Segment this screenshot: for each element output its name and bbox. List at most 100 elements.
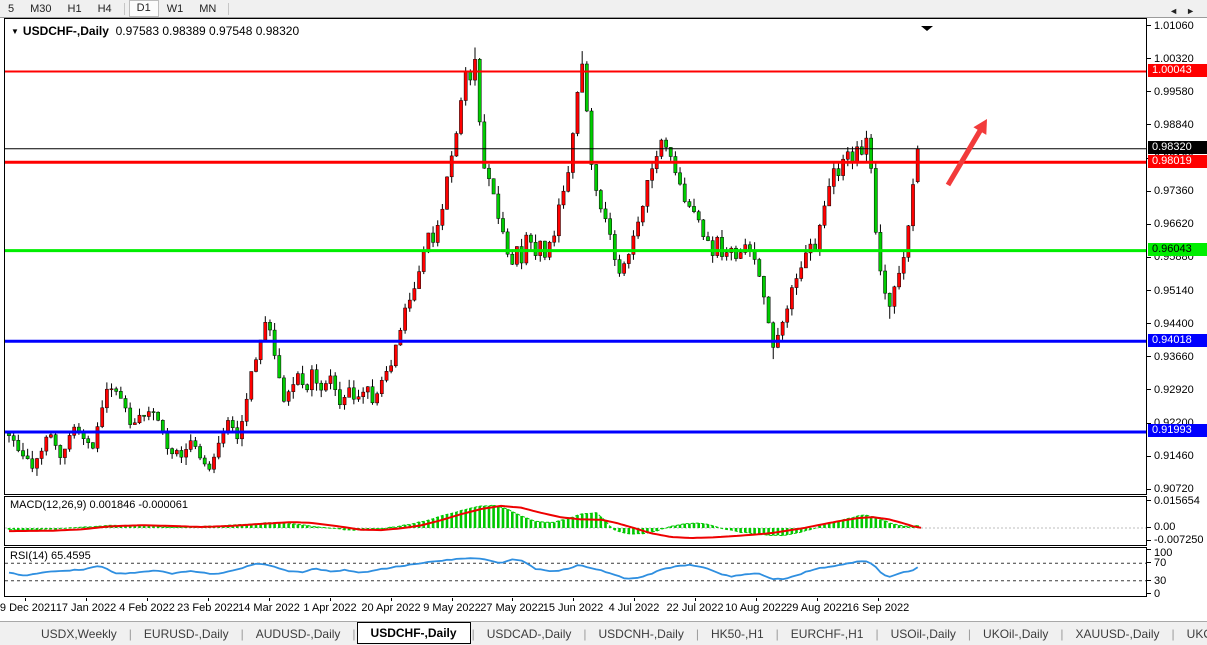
- price-tick-mark: [1147, 456, 1151, 457]
- tab-audusd-daily[interactable]: AUDUSD-,Daily: [245, 624, 352, 644]
- date-axis[interactable]: 29 Dec 202117 Jan 20224 Feb 202223 Feb 2…: [4, 598, 1147, 620]
- symbol-tabbar: USDX,Weekly|EURUSD-,Daily|AUDUSD-,Daily|…: [0, 621, 1207, 645]
- macd-tick-label: -0.007250: [1154, 534, 1204, 546]
- rsi-tick-label: 70: [1154, 557, 1166, 569]
- price-tick-label: 0.93660: [1154, 351, 1194, 363]
- price-tick-mark: [1147, 356, 1151, 357]
- date-tick-label: 9 May 2022: [423, 602, 480, 614]
- date-tick-mark: [817, 598, 818, 601]
- chart-ohlc-values: 0.97583 0.98389 0.97548 0.98320: [116, 24, 300, 38]
- date-tick-mark: [269, 598, 270, 601]
- tab-scroll-right-icon[interactable]: ►: [1186, 6, 1203, 16]
- rsi-line: [9, 558, 918, 579]
- date-tick-label: 15 Jun 2022: [543, 602, 604, 614]
- timeframe-button-mn[interactable]: MN: [191, 1, 224, 17]
- macd-tick-mark: [1147, 527, 1151, 528]
- toolbar-separator: [228, 3, 229, 15]
- chart-title: ▼ USDCHF-,Daily 0.97583 0.98389 0.97548 0…: [11, 24, 299, 38]
- date-tick-mark: [756, 598, 757, 601]
- tab-usoil-daily[interactable]: USOil-,Daily: [880, 624, 967, 644]
- tab-ukoil-da[interactable]: UKOil-,Da: [1176, 624, 1207, 644]
- price-tick-label: 1.01060: [1154, 20, 1194, 32]
- rsi-axis[interactable]: 10070300: [1147, 547, 1207, 597]
- date-tick-label: 20 Apr 2022: [361, 602, 420, 614]
- date-tick-mark: [695, 598, 696, 601]
- price-tick-label: 0.95140: [1154, 285, 1194, 297]
- timeframe-button-w1[interactable]: W1: [159, 1, 192, 17]
- macd-panel[interactable]: MACD(12,26,9) 0.001846 -0.000061: [4, 496, 1147, 546]
- toolbar-separator: [124, 3, 125, 15]
- date-tick-mark: [573, 598, 574, 601]
- rsi-panel[interactable]: RSI(14) 65.4595: [4, 547, 1147, 597]
- horizontal-level-lines[interactable]: [5, 72, 1146, 433]
- price-tick-label: 0.98840: [1154, 119, 1194, 131]
- date-tick-label: 10 Aug 2022: [725, 602, 787, 614]
- date-tick-label: 23 Feb 2022: [177, 602, 239, 614]
- date-tick-label: 4 Jul 2022: [609, 602, 660, 614]
- price-tick-label: 0.96620: [1154, 218, 1194, 230]
- date-tick-mark: [391, 598, 392, 601]
- up-arrow-annotation[interactable]: [946, 119, 987, 186]
- timeframe-button-5[interactable]: 5: [0, 1, 22, 17]
- price-axis[interactable]: 1.010601.003200.995800.988400.981000.973…: [1147, 18, 1207, 495]
- price-tick-label: 0.99580: [1154, 86, 1194, 98]
- tab-hk50-h1[interactable]: HK50-,H1: [700, 624, 775, 644]
- timeframe-toolbar: 5M30H1H4 D1W1MN: [0, 0, 1207, 18]
- tab-eurchf-h1[interactable]: EURCHF-,H1: [780, 624, 875, 644]
- price-tick-mark: [1147, 290, 1151, 291]
- candlestick-chart-canvas[interactable]: [5, 19, 1146, 494]
- symbol-dropdown-icon[interactable]: ▼: [11, 27, 19, 36]
- macd-tick-mark: [1147, 500, 1151, 501]
- date-tick-label: 27 May 2022: [480, 602, 544, 614]
- timeframe-button-m30[interactable]: M30: [22, 1, 59, 17]
- timeframe-button-d1[interactable]: D1: [129, 0, 159, 17]
- date-tick-label: 14 Mar 2022: [238, 602, 300, 614]
- candlestick-series: [7, 48, 919, 476]
- level-price-badge: 0.98019: [1148, 155, 1207, 168]
- price-tick-mark: [1147, 191, 1151, 192]
- price-tick-mark: [1147, 489, 1151, 490]
- rsi-tick-mark: [1147, 580, 1151, 581]
- price-tick-mark: [1147, 91, 1151, 92]
- price-tick-mark: [1147, 124, 1151, 125]
- level-price-badge: 0.98320: [1148, 141, 1207, 154]
- rsi-tick-label: 30: [1154, 575, 1166, 587]
- rsi-tick-mark: [1147, 562, 1151, 563]
- rsi-tick-mark: [1147, 549, 1151, 550]
- date-tick-mark: [86, 598, 87, 601]
- macd-label: MACD(12,26,9) 0.001846 -0.000061: [10, 499, 188, 511]
- timeframe-button-h4[interactable]: H4: [90, 1, 120, 17]
- tab-ukoil-daily[interactable]: UKOil-,Daily: [972, 624, 1059, 644]
- date-tick-mark: [147, 598, 148, 601]
- tab-usdcad-daily[interactable]: USDCAD-,Daily: [476, 624, 583, 644]
- tab-scroll-arrows: ◄►: [1169, 6, 1203, 16]
- tab-usdx-weekly[interactable]: USDX,Weekly: [30, 624, 128, 644]
- level-price-badge: 0.91993: [1148, 424, 1207, 437]
- chart-shift-marker-icon: [921, 26, 933, 31]
- tab-scroll-left-icon[interactable]: ◄: [1169, 6, 1186, 16]
- price-tick-label: 0.91460: [1154, 450, 1194, 462]
- tab-usdchf-daily[interactable]: USDCHF-,Daily: [357, 622, 471, 644]
- macd-axis[interactable]: 0.0156540.00-0.007250: [1147, 496, 1207, 546]
- price-tick-label: 0.92920: [1154, 384, 1194, 396]
- tab-usdcnh-daily[interactable]: USDCNH-,Daily: [588, 624, 695, 644]
- timeframe-button-h1[interactable]: H1: [60, 1, 90, 17]
- date-tick-label: 17 Jan 2022: [56, 602, 117, 614]
- price-tick-label: 0.94400: [1154, 318, 1194, 330]
- date-tick-label: 22 Jul 2022: [667, 602, 724, 614]
- rsi-label: RSI(14) 65.4595: [10, 550, 91, 562]
- rsi-tick-label: 0: [1154, 588, 1160, 600]
- chart-symbol: USDCHF-,Daily: [23, 24, 109, 38]
- price-tick-mark: [1147, 323, 1151, 324]
- main-chart-panel[interactable]: ▼ USDCHF-,Daily 0.97583 0.98389 0.97548 0…: [4, 18, 1147, 495]
- tab-xauusd-daily[interactable]: XAUUSD-,Daily: [1065, 624, 1171, 644]
- date-tick-label: 1 Apr 2022: [303, 602, 356, 614]
- tab-eurusd-daily[interactable]: EURUSD-,Daily: [133, 624, 240, 644]
- price-tick-mark: [1147, 224, 1151, 225]
- date-tick-label: 16 Sep 2022: [847, 602, 909, 614]
- date-tick-mark: [208, 598, 209, 601]
- level-price-badge: 0.96043: [1148, 243, 1207, 256]
- date-tick-mark: [878, 598, 879, 601]
- rsi-canvas: [5, 548, 1146, 596]
- price-tick-mark: [1147, 25, 1151, 26]
